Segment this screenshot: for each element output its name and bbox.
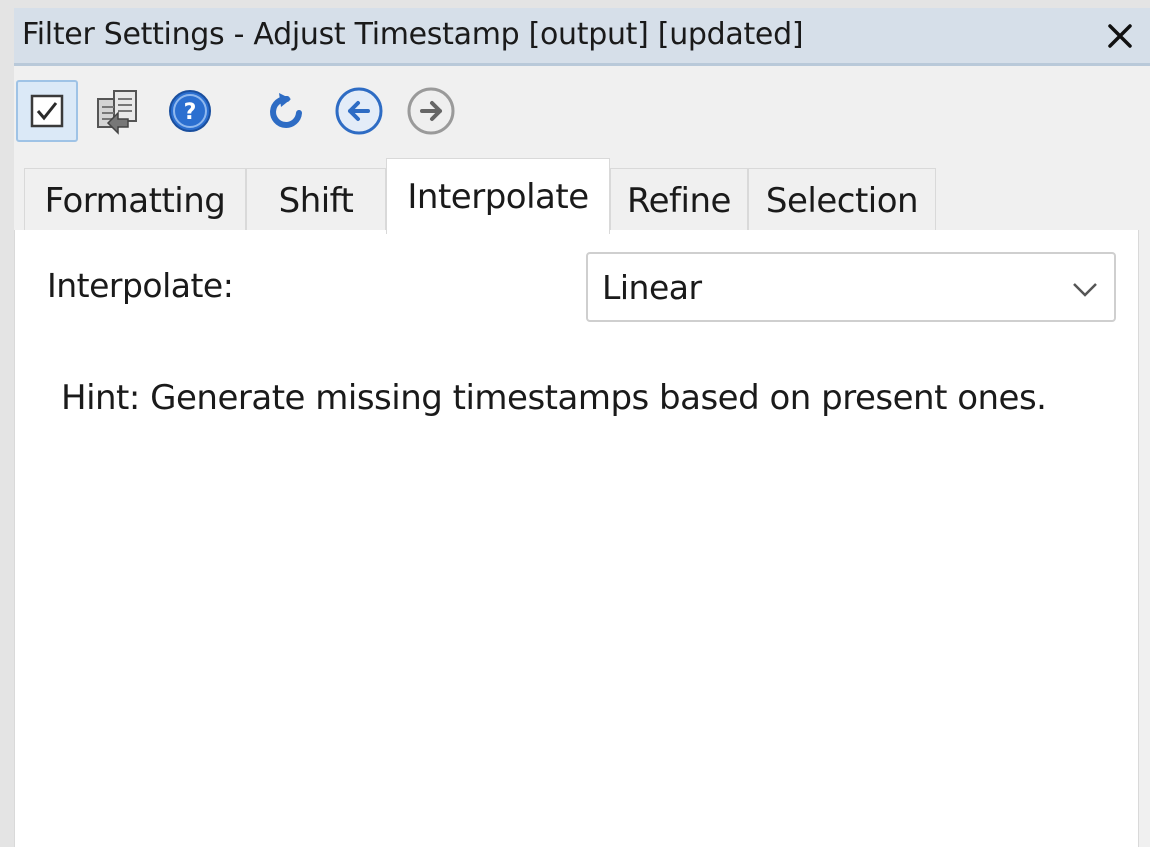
window-title: Filter Settings - Adjust Timestamp [outp… — [22, 17, 804, 52]
copy-settings-button[interactable] — [86, 80, 148, 142]
tab-formatting[interactable]: Formatting — [24, 168, 246, 232]
svg-text:?: ? — [184, 100, 197, 125]
tab-interpolate[interactable]: Interpolate — [386, 158, 610, 234]
tab-selection[interactable]: Selection — [748, 168, 936, 232]
title-bar[interactable]: Filter Settings - Adjust Timestamp [outp… — [14, 8, 1150, 66]
copy-documents-icon — [97, 90, 137, 135]
chevron-down-icon — [1073, 283, 1097, 297]
back-button[interactable] — [328, 80, 390, 142]
help-icon: ? — [169, 90, 211, 132]
filter-settings-window: Filter Settings - Adjust Timestamp [outp… — [14, 8, 1150, 847]
checkbox-check-icon — [30, 94, 64, 128]
forward-button[interactable] — [400, 80, 462, 142]
undo-icon — [270, 93, 302, 128]
tab-bar: Formatting Shift Interpolate Refine Sele… — [14, 158, 1150, 238]
forward-arrow-icon — [407, 87, 455, 135]
interpolate-panel: Interpolate: Linear Hint: Generate missi… — [14, 230, 1139, 847]
tab-refine[interactable]: Refine — [610, 168, 748, 232]
toolbar: ? — [14, 70, 1150, 150]
close-icon — [1108, 24, 1132, 48]
tab-shift[interactable]: Shift — [246, 168, 386, 232]
interpolate-select[interactable]: Linear — [586, 252, 1116, 322]
back-arrow-icon — [335, 87, 383, 135]
help-button[interactable]: ? — [159, 80, 221, 142]
apply-button[interactable] — [16, 80, 78, 142]
interpolate-select-value: Linear — [602, 268, 702, 307]
reset-button[interactable] — [256, 80, 318, 142]
interpolate-label: Interpolate: — [47, 266, 234, 305]
hint-text: Hint: Generate missing timestamps based … — [61, 378, 1047, 418]
close-button[interactable] — [1100, 16, 1140, 56]
